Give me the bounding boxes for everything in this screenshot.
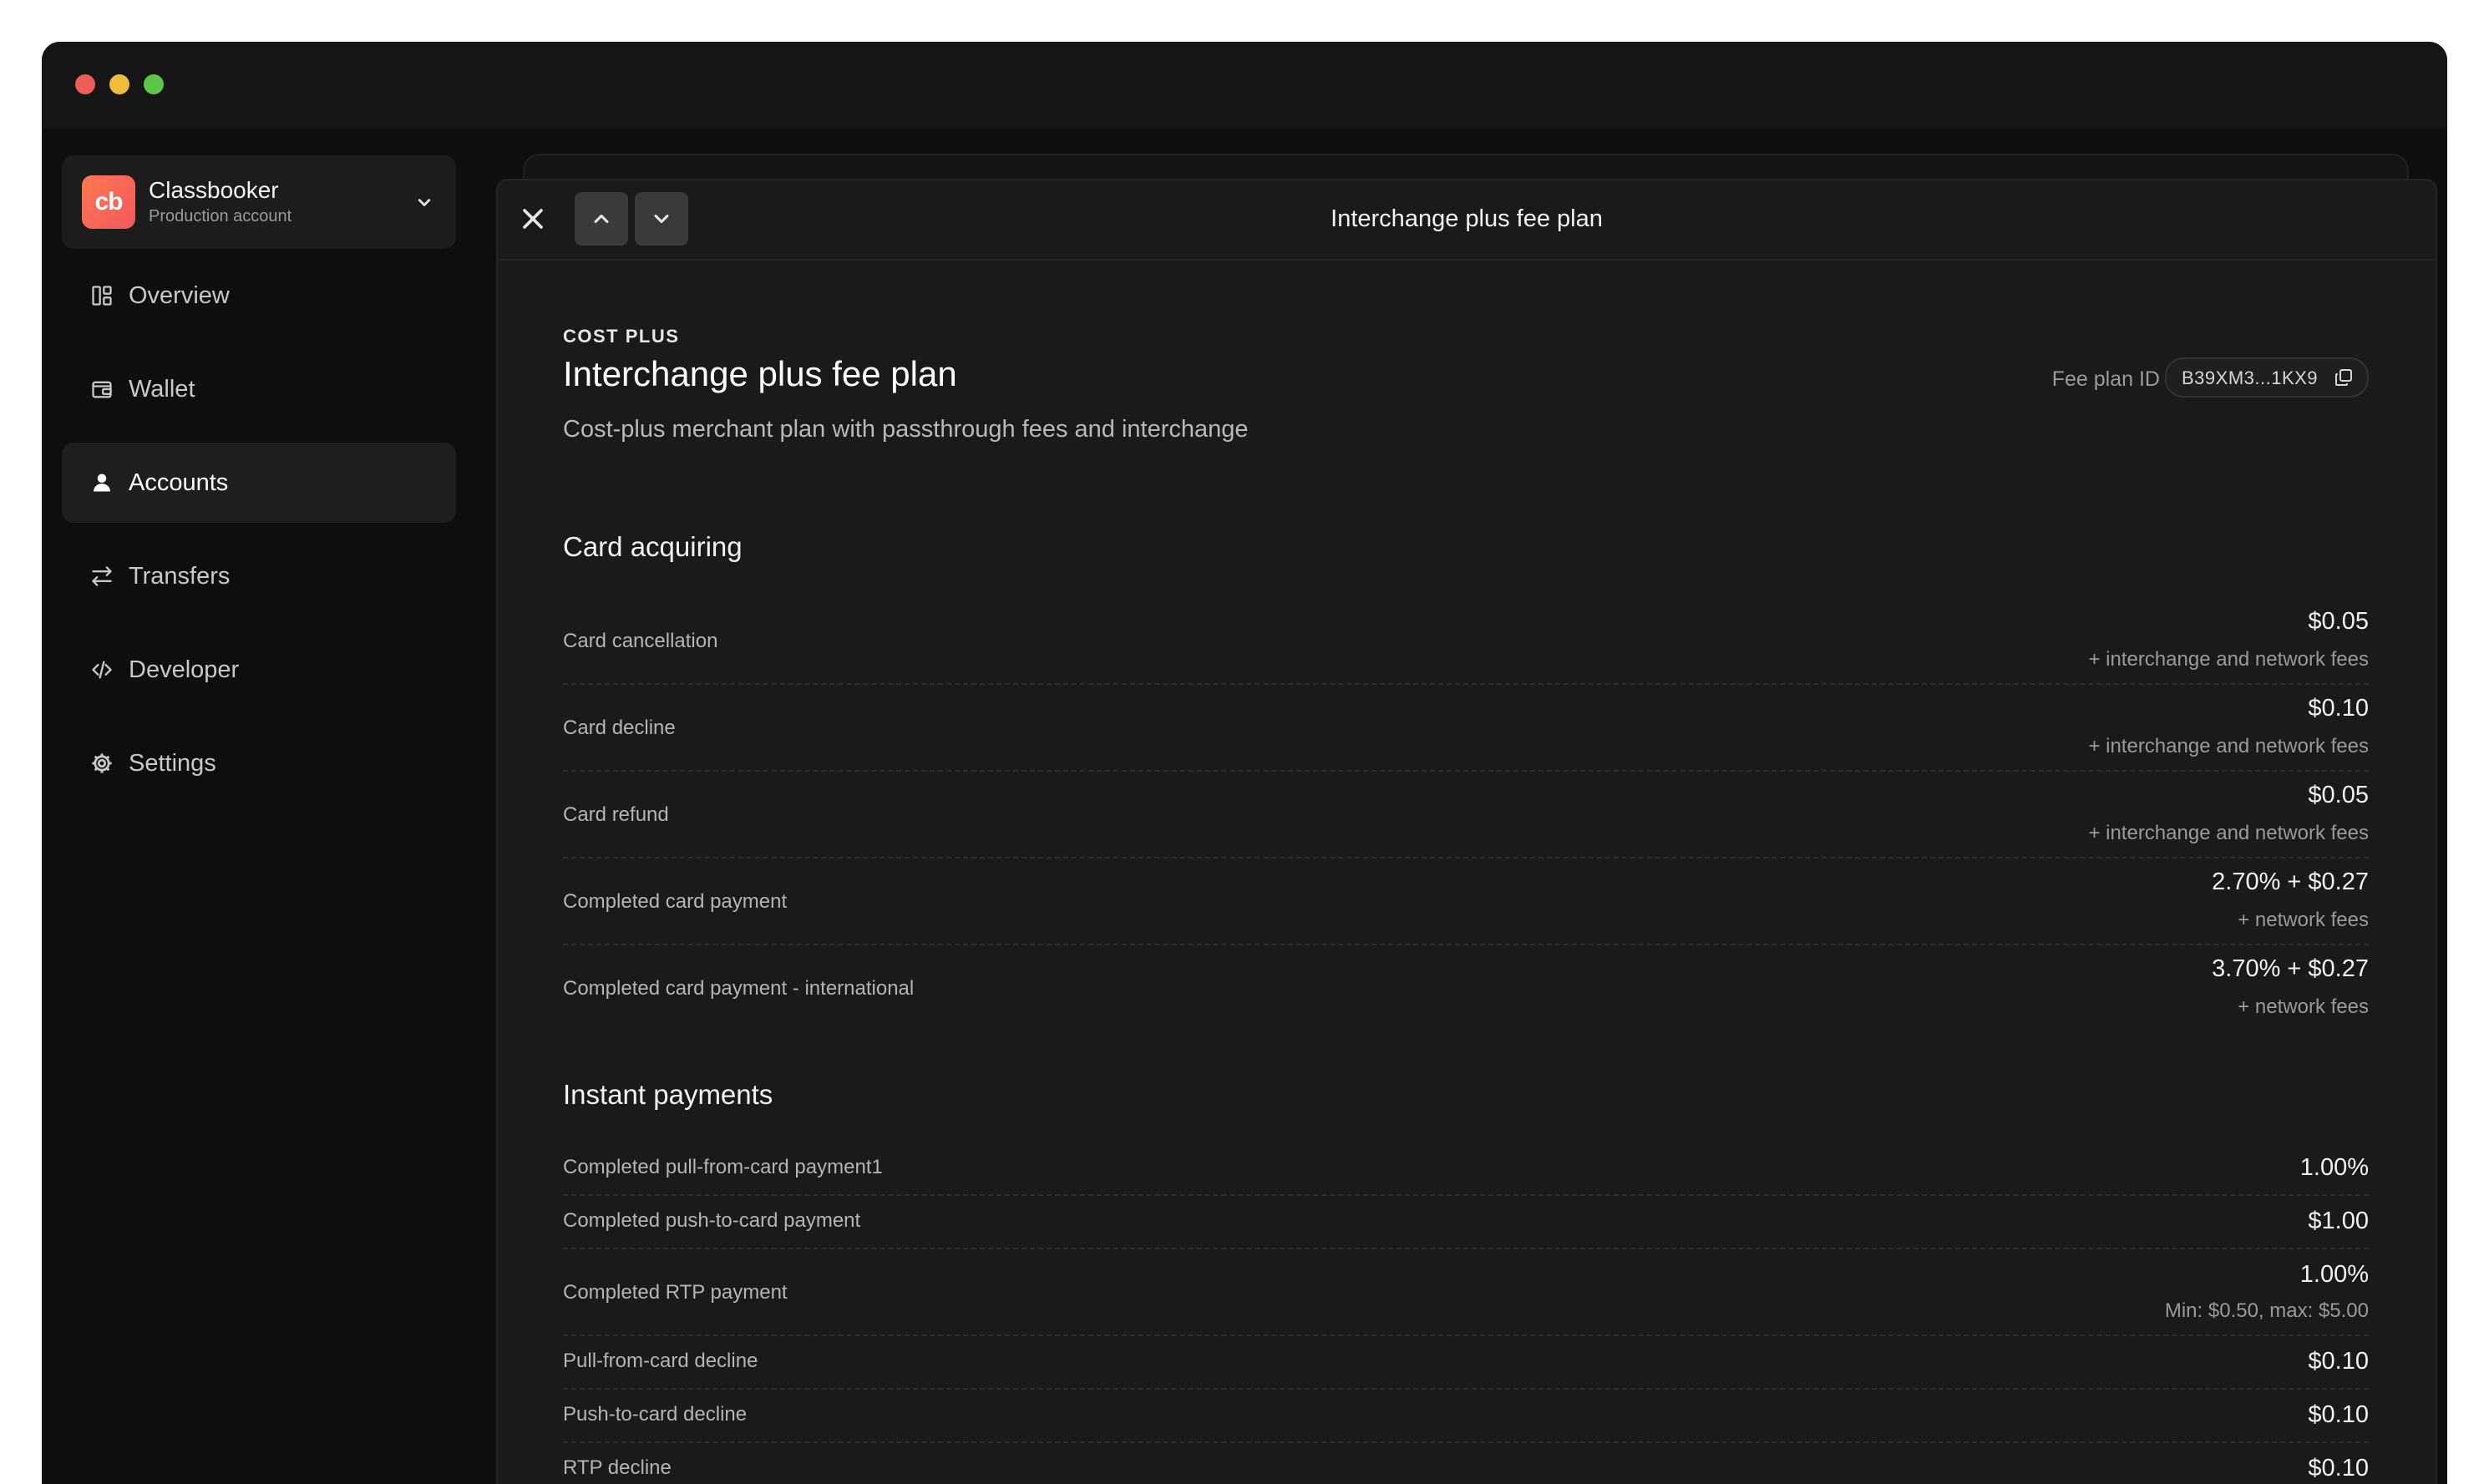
sidebar-item-settings[interactable]: Settings <box>62 723 456 803</box>
fee-row-value: $0.10 <box>2308 1348 2369 1375</box>
sidebar-item-wallet[interactable]: Wallet <box>62 349 456 429</box>
fee-row-label: Pull-from-card decline <box>563 1350 758 1372</box>
fee-row-label: Completed RTP payment <box>563 1281 788 1304</box>
sidebar-item-accounts[interactable]: Accounts <box>62 443 456 523</box>
fee-row-value: 1.00% <box>2299 1261 2369 1288</box>
wallet-icon <box>92 381 112 398</box>
maximize-window-button[interactable] <box>144 74 164 94</box>
fee-row: RTP decline $0.10 <box>563 1441 2369 1484</box>
fee-row-value: $0.05 <box>2308 782 2369 808</box>
sidebar-item-label: Accounts <box>129 469 229 496</box>
fee-row: Completed pull-from-card payment1 1.00% <box>563 1141 2369 1196</box>
fee-row-note: + interchange and network fees <box>2088 735 2369 757</box>
plan-type-label: COST PLUS <box>563 326 680 347</box>
plan-description: Cost-plus merchant plan with passthrough… <box>563 416 1249 443</box>
fee-row-label: RTP decline <box>563 1456 672 1479</box>
fee-row: Completed card payment - international 3… <box>563 944 2369 1031</box>
sidebar-item-overview[interactable]: Overview <box>62 256 456 336</box>
plan-title: Interchange plus fee plan <box>563 354 957 393</box>
fee-plan-id-value: B39XM3...1KX9 <box>2182 367 2319 388</box>
chevron-down-icon <box>418 199 431 206</box>
fee-row: Card refund $0.05 + interchange and netw… <box>563 770 2369 858</box>
fee-plan-id-label: Fee plan ID <box>2051 367 2160 391</box>
close-window-button[interactable] <box>75 74 95 94</box>
fee-row: Push-to-card decline $0.10 <box>563 1388 2369 1443</box>
layout-grid-icon <box>92 286 112 306</box>
fee-row: Card cancellation $0.05 + interchange an… <box>563 596 2369 685</box>
fee-row-value: $0.05 <box>2308 608 2369 635</box>
fee-row-label: Card cancellation <box>563 630 718 652</box>
fee-row-value: 1.00% <box>2299 1154 2369 1181</box>
section-title-card-acquiring: Card acquiring <box>563 531 743 562</box>
title-bar <box>42 42 2447 129</box>
fee-row-value: $0.10 <box>2308 695 2369 722</box>
fee-row-value: $1.00 <box>2308 1208 2369 1234</box>
fee-row-value: $0.10 <box>2308 1401 2369 1428</box>
fee-row-value: 3.70% + $0.27 <box>2212 955 2369 982</box>
fee-row-note: + interchange and network fees <box>2088 648 2369 671</box>
fee-row-note: + network fees <box>2238 995 2369 1018</box>
sidebar-item-transfers[interactable]: Transfers <box>62 536 456 616</box>
sidebar-item-label: Overview <box>129 282 230 309</box>
sidebar-item-label: Settings <box>129 750 216 777</box>
account-name: Classbooker <box>149 177 279 203</box>
account-switcher[interactable]: cb Classbooker Production account <box>62 155 456 249</box>
fee-row: Completed card payment 2.70% + $0.27 + n… <box>563 857 2369 945</box>
sidebar-item-label: Wallet <box>129 376 195 403</box>
code-icon <box>92 661 112 679</box>
fee-plan-drawer: Interchange plus fee plan COST PLUS Inte… <box>496 179 2437 1484</box>
drawer-title: Interchange plus fee plan <box>1331 205 1603 232</box>
section-title-instant-payments: Instant payments <box>563 1079 773 1110</box>
gear-icon <box>92 753 112 773</box>
copy-icon[interactable] <box>2334 367 2354 387</box>
fee-row: Pull-from-card decline $0.10 <box>563 1335 2369 1390</box>
fee-row-value: 2.70% + $0.27 <box>2212 869 2369 895</box>
minimize-window-button[interactable] <box>109 74 129 94</box>
fee-row: Completed push-to-card payment $1.00 <box>563 1194 2369 1249</box>
fee-row-value: $0.10 <box>2308 1455 2369 1481</box>
fee-plan-id-chip[interactable]: B39XM3...1KX9 <box>2165 357 2369 398</box>
fee-row: Card decline $0.10 + interchange and net… <box>563 683 2369 772</box>
drawer-header: Interchange plus fee plan <box>498 180 2436 261</box>
fee-row-label: Push-to-card decline <box>563 1403 748 1426</box>
fee-row-label: Card refund <box>563 803 669 826</box>
fee-row-note: + interchange and network fees <box>2088 822 2369 844</box>
sidebar-item-developer[interactable]: Developer <box>62 630 456 710</box>
sidebar-item-label: Transfers <box>129 563 231 590</box>
account-logo: cb <box>82 175 135 229</box>
transfer-arrows-icon <box>92 566 112 586</box>
fee-row-label: Completed card payment - international <box>563 977 915 1000</box>
fee-row-label: Card decline <box>563 717 676 739</box>
fee-row: Completed RTP payment 1.00% Min: $0.50, … <box>563 1248 2369 1336</box>
fee-row-note: + network fees <box>2238 909 2369 931</box>
fee-row-note: Min: $0.50, max: $5.00 <box>2164 1299 2369 1322</box>
user-icon <box>94 474 110 492</box>
account-subtitle: Production account <box>149 207 292 225</box>
sidebar-item-label: Developer <box>129 656 240 683</box>
fee-row-label: Completed push-to-card payment <box>563 1209 861 1232</box>
fee-row-label: Completed pull-from-card payment1 <box>563 1156 883 1178</box>
app-window: cb Classbooker Production account Overvi… <box>42 42 2447 1484</box>
fee-row-label: Completed card payment <box>563 890 788 913</box>
